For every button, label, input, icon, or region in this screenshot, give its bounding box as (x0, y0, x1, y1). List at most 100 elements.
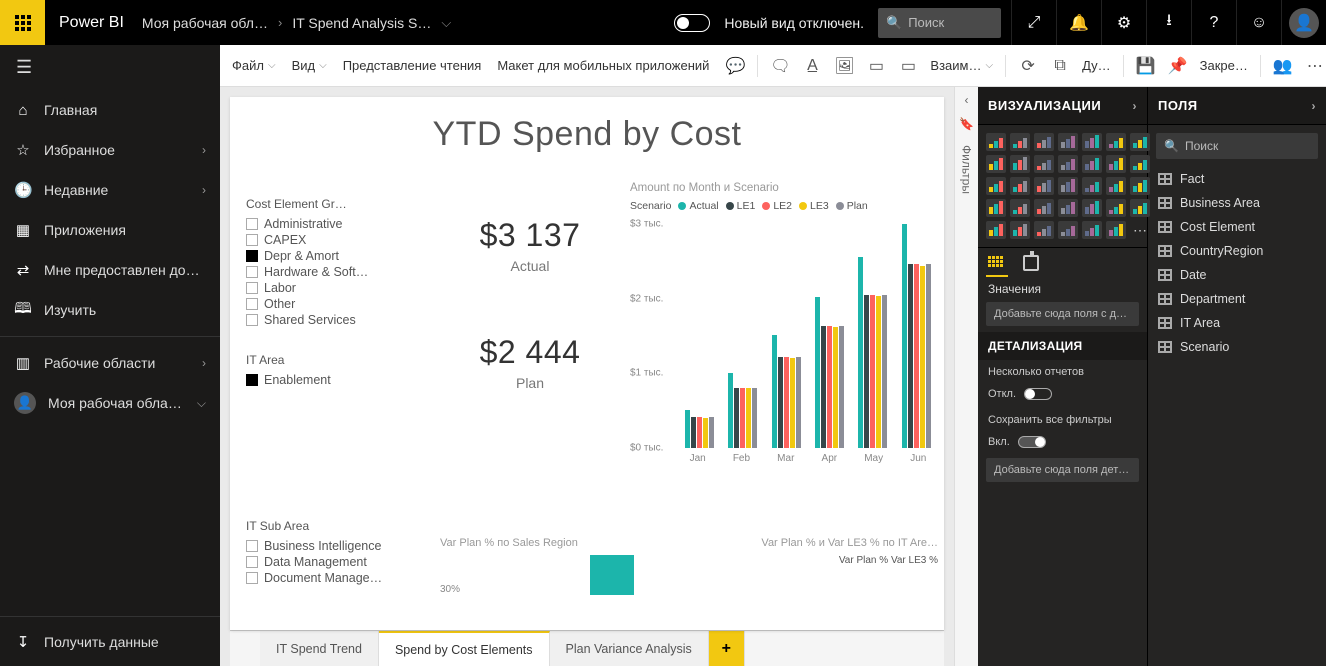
account-button[interactable]: 👤 (1281, 0, 1326, 45)
viz-type-button[interactable] (1082, 221, 1102, 239)
chart-bar[interactable] (858, 257, 863, 448)
chart-bar[interactable] (908, 264, 913, 448)
chart-bar[interactable] (778, 357, 783, 448)
field-table[interactable]: Scenario (1148, 335, 1326, 359)
tab-plan-variance[interactable]: Plan Variance Analysis (550, 631, 709, 666)
textbox-icon[interactable]: A̲ (802, 57, 822, 75)
qna-icon[interactable]: 🗨 (770, 56, 790, 76)
viz-type-button[interactable] (1106, 133, 1126, 151)
add-page-button[interactable]: + (709, 631, 745, 666)
chevron-right-icon[interactable]: › (1133, 99, 1138, 113)
nav-home[interactable]: ⌂Главная (0, 90, 220, 130)
viz-type-button[interactable] (1058, 177, 1078, 195)
chart-bar[interactable] (870, 295, 875, 448)
image-icon[interactable]: 🖼 (834, 56, 854, 76)
drillthrough-field-well[interactable]: Добавьте сюда поля дета… (986, 458, 1139, 482)
breadcrumb-workspace[interactable]: Моя рабочая обл… (142, 15, 268, 31)
viz-type-button[interactable] (1010, 221, 1030, 239)
comment-icon[interactable]: 💬 (725, 56, 745, 76)
field-table[interactable]: CountryRegion (1148, 239, 1326, 263)
report-page[interactable]: YTD Spend by Cost Cost Element Gr… Admin… (230, 97, 944, 630)
viz-type-button[interactable] (1010, 177, 1030, 195)
chart-bar[interactable] (864, 295, 869, 448)
nav-apps[interactable]: ▦Приложения (0, 210, 220, 250)
viz-type-button[interactable] (1058, 199, 1078, 217)
chart-var-plan-region[interactable]: Var Plan % по Sales Region 30% (440, 537, 674, 595)
viz-type-button[interactable] (986, 155, 1006, 173)
field-table[interactable]: Cost Element (1148, 215, 1326, 239)
chart-bar[interactable] (697, 417, 702, 448)
slicer-item[interactable]: Depr & Amort (246, 249, 416, 263)
shapes-icon[interactable]: ▭ (898, 56, 918, 76)
slicer-item[interactable]: CAPEX (246, 233, 416, 247)
field-table[interactable]: IT Area (1148, 311, 1326, 335)
ribbon-interactions[interactable]: Взаим…⌵ (930, 58, 993, 73)
new-look-toggle[interactable] (674, 14, 710, 32)
slicer-item[interactable]: Other (246, 297, 416, 311)
teams-icon[interactable]: 👥 (1273, 56, 1293, 76)
chart-bar[interactable] (703, 418, 708, 448)
keep-filters-toggle[interactable] (1018, 436, 1046, 448)
chevron-left-icon[interactable]: ‹ (965, 93, 969, 107)
chart-bar[interactable] (734, 388, 739, 448)
viz-type-button[interactable] (1082, 133, 1102, 151)
viz-type-button[interactable] (1082, 177, 1102, 195)
viz-type-button[interactable] (1082, 155, 1102, 173)
slicer-item[interactable]: Hardware & Soft… (246, 265, 416, 279)
ribbon-pin[interactable]: Закре… (1200, 58, 1248, 73)
viz-type-button[interactable] (986, 177, 1006, 195)
viz-type-button[interactable] (1010, 155, 1030, 173)
chart-bar[interactable] (784, 357, 789, 448)
chart-bar[interactable] (691, 417, 696, 448)
filters-pane-collapsed[interactable]: ‹ 🔖 Фильтры (954, 87, 978, 666)
viz-type-button[interactable] (1034, 221, 1054, 239)
viz-type-button[interactable] (1106, 199, 1126, 217)
chart-bar[interactable] (926, 264, 931, 448)
viz-tab-format[interactable] (1020, 252, 1042, 274)
more-icon[interactable]: ⋯ (1305, 56, 1325, 76)
get-data-button[interactable]: ↧Получить данные (0, 616, 220, 666)
chart-bar[interactable] (827, 326, 832, 448)
chart-bar[interactable] (902, 224, 907, 448)
ribbon-reading-view[interactable]: Представление чтения (343, 58, 482, 73)
breadcrumb-report[interactable]: IT Spend Analysis S… (292, 15, 431, 31)
pin-icon[interactable]: 📌 (1168, 56, 1188, 76)
field-table[interactable]: Business Area (1148, 191, 1326, 215)
viz-type-button[interactable] (1010, 199, 1030, 217)
global-search-input[interactable]: 🔍 Поиск (878, 8, 1001, 38)
field-table[interactable]: Department (1148, 287, 1326, 311)
slicer-item[interactable]: Administrative (246, 217, 416, 231)
chart-bar[interactable] (815, 297, 820, 448)
bookmark-icon[interactable]: 🔖 (959, 117, 974, 131)
viz-type-button[interactable] (1130, 133, 1150, 151)
field-table[interactable]: Fact (1148, 167, 1326, 191)
chart-bar[interactable] (920, 266, 925, 448)
ribbon-file[interactable]: Файл⌵ (232, 58, 276, 73)
refresh-icon[interactable]: ⟳ (1018, 56, 1038, 76)
ribbon-view[interactable]: Вид⌵ (292, 58, 327, 73)
chart-bar[interactable] (740, 388, 745, 448)
fields-search-input[interactable]: 🔍Поиск (1156, 133, 1318, 159)
viz-type-button[interactable] (1034, 199, 1054, 217)
help-button[interactable]: ? (1191, 0, 1236, 45)
nav-learn[interactable]: 🕮Изучить (0, 290, 220, 330)
nav-recent[interactable]: 🕒Недавние› (0, 170, 220, 210)
viz-type-button[interactable] (1058, 155, 1078, 173)
ribbon-duplicate[interactable]: Ду… (1082, 58, 1111, 73)
slicer-item[interactable]: Labor (246, 281, 416, 295)
viz-tab-fields[interactable] (986, 252, 1008, 274)
slicer-item[interactable]: Enablement (246, 373, 416, 387)
download-button[interactable]: ⭳ (1146, 0, 1191, 45)
viz-type-button[interactable] (1058, 133, 1078, 151)
viz-type-button[interactable] (1010, 133, 1030, 151)
viz-type-button[interactable] (1130, 177, 1150, 195)
chart-bar[interactable] (839, 326, 844, 448)
button-icon[interactable]: ▭ (866, 56, 886, 76)
chevron-right-icon[interactable]: › (1312, 99, 1317, 113)
viz-type-button[interactable] (986, 133, 1006, 151)
viz-type-button[interactable] (1034, 133, 1054, 151)
slicer-item[interactable]: Shared Services (246, 313, 416, 327)
viz-type-button[interactable] (986, 221, 1006, 239)
save-icon[interactable]: 💾 (1136, 56, 1156, 76)
feedback-button[interactable]: ☺ (1236, 0, 1281, 45)
